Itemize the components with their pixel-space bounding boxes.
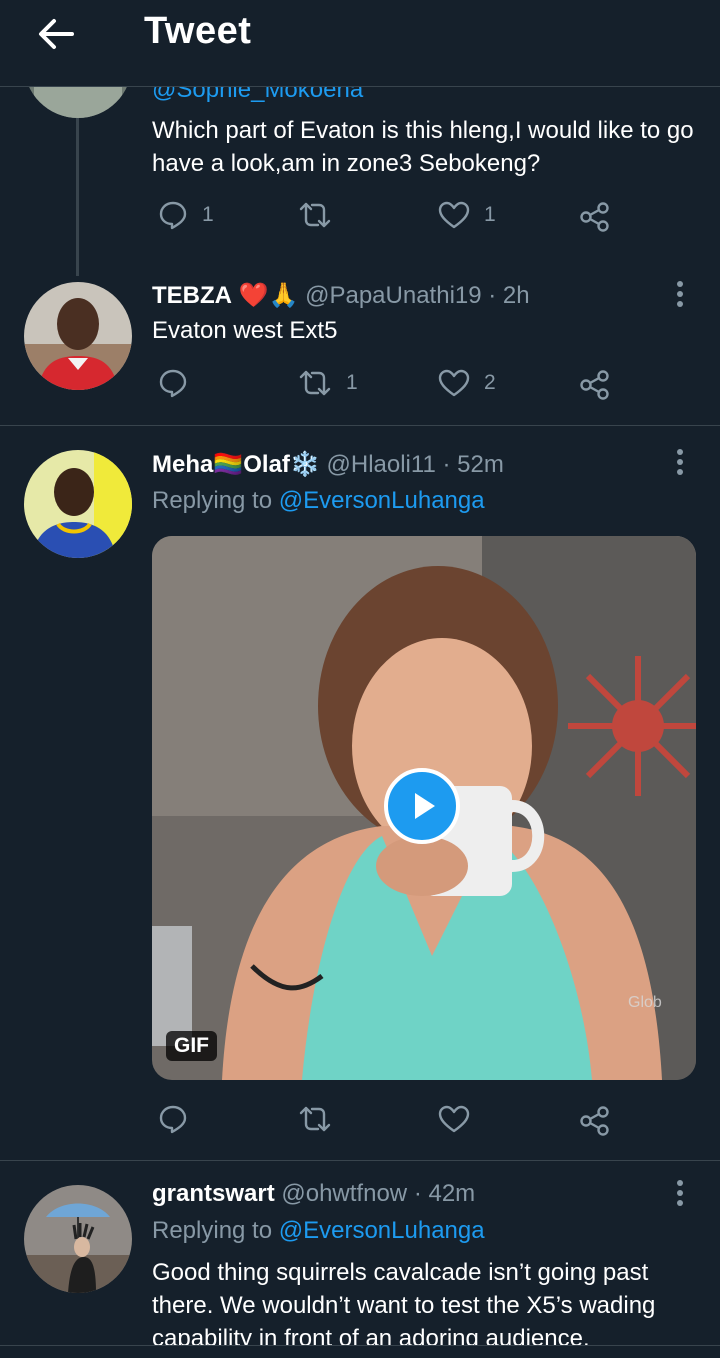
more-options-button[interactable] <box>670 1178 690 1208</box>
tweet-text: Good thing squirrels cavalcade isn’t goi… <box>152 1259 656 1352</box>
retweet-icon <box>299 370 331 396</box>
avatar[interactable] <box>24 450 132 558</box>
share-button[interactable] <box>578 368 612 402</box>
reply-count: 1 <box>202 203 214 226</box>
author-handle[interactable]: @Hlaoli11 <box>327 451 436 478</box>
reply-icon <box>159 1105 187 1134</box>
retweet-button[interactable] <box>298 1104 346 1134</box>
thread-line <box>76 118 79 276</box>
app-header: Tweet <box>0 0 720 87</box>
retweet-button[interactable] <box>298 200 346 230</box>
rainbow-flag-emoji: 🏳️‍🌈 <box>213 450 244 478</box>
reply-button[interactable] <box>158 1104 202 1134</box>
tweet-time: · 52m <box>442 451 504 478</box>
reply-button[interactable]: 1 <box>158 200 214 230</box>
back-button[interactable] <box>34 14 78 54</box>
tweet-text: Which part of Evaton is this hleng,I wou… <box>152 117 694 177</box>
more-options-button[interactable] <box>670 279 690 309</box>
tweet-time: · 42m <box>413 1180 476 1207</box>
divider <box>0 425 720 426</box>
retweet-count: 1 <box>346 371 358 394</box>
share-button[interactable] <box>578 1104 612 1138</box>
replying-to-handle[interactable]: @EversonLuhanga <box>279 487 485 514</box>
gif-badge: GIF <box>166 1031 217 1061</box>
share-icon <box>580 202 609 232</box>
page-title: Tweet <box>144 10 252 52</box>
replying-to-handle[interactable]: @EversonLuhanga <box>279 1217 485 1244</box>
tweet-text: Evaton west Ext5 <box>152 317 338 344</box>
play-icon <box>415 793 435 819</box>
author-name[interactable]: grantswart <box>152 1180 275 1207</box>
avatar[interactable] <box>24 282 132 390</box>
heart-icon <box>438 1105 470 1133</box>
arrow-left-icon <box>39 19 74 49</box>
tweet-header: TEBZA ❤️🙏 @PapaUnathi19 · 2h <box>152 281 530 310</box>
reply-icon <box>159 201 187 230</box>
avatar[interactable] <box>24 1185 132 1293</box>
like-count: 2 <box>484 371 496 394</box>
heart-icon <box>438 369 470 397</box>
author-handle[interactable]: @PapaUnathi19 <box>305 282 481 309</box>
gif-media[interactable]: Glob GIF <box>152 536 696 1080</box>
like-count: 1 <box>484 203 496 226</box>
author-handle[interactable]: @ohwtfnow <box>281 1180 407 1207</box>
like-button[interactable] <box>438 1104 484 1134</box>
replying-to: Replying to @EversonLuhanga <box>152 487 485 514</box>
more-options-button[interactable] <box>670 447 690 477</box>
bottom-edge <box>0 1345 720 1358</box>
tweet-header: Meha🏳️‍🌈Olaf❄️ @Hlaoli11 · 52m <box>152 450 504 479</box>
play-button[interactable] <box>384 768 460 844</box>
divider <box>0 1160 720 1161</box>
retweet-button[interactable]: 1 <box>298 368 358 398</box>
like-button[interactable]: 2 <box>438 368 496 398</box>
reply-button[interactable] <box>158 368 202 398</box>
reply-icon <box>159 369 187 398</box>
replying-to: Replying to @EversonLuhanga <box>152 1217 485 1244</box>
retweet-icon <box>299 202 331 228</box>
retweet-icon <box>299 1106 331 1132</box>
author-name[interactable]: Meha🏳️‍🌈Olaf❄️ <box>152 450 320 478</box>
author-name[interactable]: TEBZA <box>152 282 232 309</box>
tweet-header: grantswart @ohwtfnow · 42m <box>152 1180 475 1208</box>
media-watermark: Glob <box>628 994 662 1011</box>
share-icon <box>580 370 609 400</box>
heart-icon <box>438 201 470 229</box>
like-button[interactable]: 1 <box>438 200 496 230</box>
snowflake-emoji: ❄️ <box>289 450 320 478</box>
share-button[interactable] <box>578 200 612 234</box>
share-icon <box>580 1106 609 1136</box>
tweet-time: · 2h <box>488 282 530 309</box>
name-emojis: ❤️🙏 <box>238 281 299 309</box>
